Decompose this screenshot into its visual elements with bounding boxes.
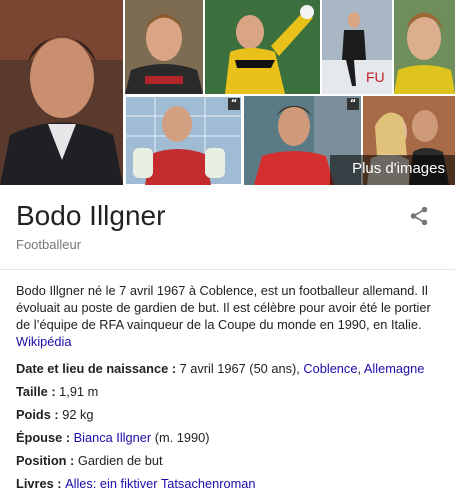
fact-label: Taille : xyxy=(16,384,60,399)
knowledge-panel: FU “ “ Plus d'images Bodo Illgner Footba… xyxy=(0,0,455,502)
image-mosaic: FU “ “ Plus d'images xyxy=(0,0,455,185)
svg-text:FU: FU xyxy=(366,69,385,85)
fact-label: Poids : xyxy=(16,407,63,422)
entity-type: Footballeur xyxy=(16,237,82,252)
wikipedia-link[interactable]: Wikipédia xyxy=(16,334,71,349)
panel-header: Bodo Illgner Footballeur xyxy=(0,185,455,271)
description: Bodo Illgner né le 7 avril 1967 à Coblen… xyxy=(16,282,438,350)
fact-birth: Date et lieu de naissance : 7 avril 1967… xyxy=(16,357,446,380)
image-thumb-1[interactable] xyxy=(125,0,203,94)
description-text: Bodo Illgner né le 7 avril 1967 à Coblen… xyxy=(16,283,431,332)
fact-height: Taille : 1,91 m xyxy=(16,380,446,403)
quote-icon: “ xyxy=(347,98,359,110)
birthplace-country-link[interactable]: Allemagne xyxy=(364,361,424,376)
fact-spouse: Épouse : Bianca Illgner (m. 1990) xyxy=(16,426,446,449)
divider xyxy=(0,269,455,270)
image-main-portrait[interactable] xyxy=(0,0,123,185)
image-thumb-5[interactable]: “ xyxy=(125,96,242,185)
fact-weight: Poids : 92 kg xyxy=(16,403,446,426)
fact-value: 7 avril 1967 (50 ans), xyxy=(179,361,304,376)
fact-books: Livres : Alles: ein fiktiver Tatsachenro… xyxy=(16,472,446,495)
fact-label: Position : xyxy=(16,453,78,468)
share-button[interactable] xyxy=(408,205,430,227)
image-thumb-4[interactable] xyxy=(394,0,455,94)
fact-value: Gardien de but xyxy=(77,453,163,468)
fact-label: Épouse : xyxy=(16,430,74,445)
fact-label: Date et lieu de naissance : xyxy=(16,361,180,376)
facts-list: Date et lieu de naissance : 7 avril 1967… xyxy=(16,357,446,495)
fact-label: Livres : xyxy=(16,476,66,491)
more-images-button[interactable]: Plus d'images xyxy=(330,155,455,185)
fact-value: (m. 1990) xyxy=(151,430,210,445)
fact-value: 1,91 m xyxy=(59,384,99,399)
birthplace-city-link[interactable]: Coblence xyxy=(303,361,357,376)
image-thumb-3[interactable]: FU xyxy=(322,0,392,94)
spouse-link[interactable]: Bianca Illgner xyxy=(74,430,152,445)
book-link[interactable]: Alles: ein fiktiver Tatsachenroman xyxy=(65,476,255,491)
fact-value: 92 kg xyxy=(62,407,94,422)
fact-position: Position : Gardien de but xyxy=(16,449,446,472)
share-icon xyxy=(410,206,428,226)
quote-icon: “ xyxy=(228,98,240,110)
image-thumb-2[interactable] xyxy=(205,0,320,94)
more-images-label: Plus d'images xyxy=(352,160,445,177)
page-title: Bodo Illgner xyxy=(16,200,166,231)
